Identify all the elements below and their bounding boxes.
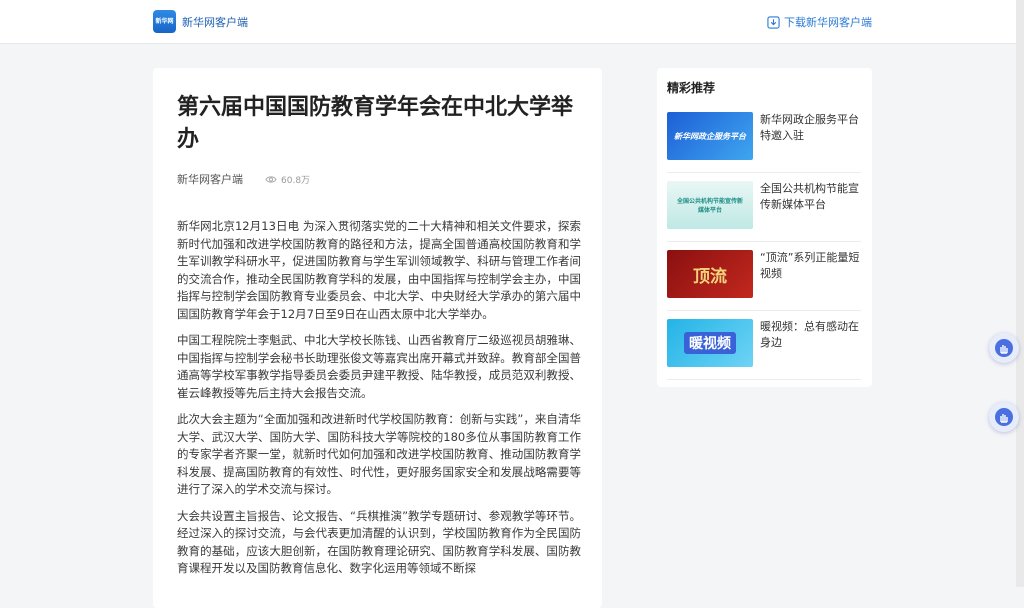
recommend-item[interactable]: 暖视频 暖视频：总有感动在身边 (667, 319, 861, 380)
floating-action-button[interactable] (989, 333, 1019, 363)
hand-icon (995, 339, 1013, 357)
article-paragraph: 中国工程院院士李魁武、中北大学校长陈钱、山西省教育厅二级巡视员胡雅琳、中国指挥与… (177, 333, 581, 400)
recommend-thumbnail-text: 新华网政企服务平台 (674, 131, 746, 141)
recommend-item[interactable]: 全国公共机构节能宣传新媒体平台 全国公共机构节能宣传新媒体平台 (667, 181, 861, 242)
page-scrollbar[interactable] (1016, 0, 1024, 587)
recommend-thumbnail-text: 全国公共机构节能宣传新媒体平台 (677, 198, 744, 214)
article-source: 新华网客户端 (177, 173, 243, 186)
recommend-panel: 精彩推荐 新华网政企服务平台 新华网政企服务平台特邀入驻 全国公共机构节能宣传新… (657, 68, 872, 387)
article-meta: 新华网客户端 60.8万 (177, 171, 310, 187)
top-bar: 新华网 新华网客户端 下载新华网客户端 (0, 0, 1024, 44)
article-paragraph: 新华网北京12月13日电 为深入贯彻落实党的二十大精神和相关文件要求，探索新时代… (177, 219, 581, 321)
article-body: 新华网北京12月13日电 为深入贯彻落实党的二十大精神和相关文件要求，探索新时代… (177, 218, 581, 587)
recommend-item[interactable]: 顶流 “顶流”系列正能量短视频 (667, 250, 861, 311)
eye-icon (265, 175, 277, 183)
floating-action-button[interactable] (989, 402, 1019, 432)
recommend-thumbnail[interactable]: 顶流 (667, 250, 753, 298)
recommend-thumbnail[interactable]: 全国公共机构节能宣传新媒体平台 (667, 181, 753, 229)
article-paragraph: 大会共设置主旨报告、论文报告、“兵棋推演”教学专题研讨、参观教学等环节。经过深入… (177, 508, 581, 576)
recommend-thumbnail-text: 暖视频 (684, 332, 736, 354)
article-title: 第六届中国国防教育学年会在中北大学举办 (177, 95, 574, 152)
article-card: 第六届中国国防教育学年会在中北大学举办 新华网客户端 60.8万 新华网北京12… (153, 68, 602, 608)
recommend-thumbnail-text: 顶流 (693, 266, 727, 287)
recommend-thumbnail[interactable]: 新华网政企服务平台 (667, 112, 753, 160)
download-app-link[interactable]: 下载新华网客户端 (767, 14, 872, 30)
recommend-item-label[interactable]: “顶流”系列正能量短视频 (760, 250, 862, 282)
recommend-item-label[interactable]: 暖视频：总有感动在身边 (760, 319, 862, 351)
app-name[interactable]: 新华网客户端 (182, 14, 248, 30)
article-paragraph: 此次大会主题为“全面加强和改进新时代学校国防教育：创新与实践”，来自清华大学、武… (177, 412, 581, 496)
recommend-item-label[interactable]: 全国公共机构节能宣传新媒体平台 (760, 181, 862, 213)
download-app-label: 下载新华网客户端 (784, 16, 872, 29)
download-icon (767, 15, 780, 29)
recommend-item-label[interactable]: 新华网政企服务平台特邀入驻 (760, 112, 862, 144)
recommend-item[interactable]: 新华网政企服务平台 新华网政企服务平台特邀入驻 (667, 112, 861, 173)
recommend-title: 精彩推荐 (667, 81, 716, 95)
hand-icon (995, 408, 1013, 426)
view-count-value: 60.8万 (281, 175, 311, 186)
view-count: 60.8万 (265, 173, 310, 186)
xinhua-logo-icon[interactable]: 新华网 (153, 10, 176, 33)
recommend-thumbnail[interactable]: 暖视频 (667, 319, 753, 367)
